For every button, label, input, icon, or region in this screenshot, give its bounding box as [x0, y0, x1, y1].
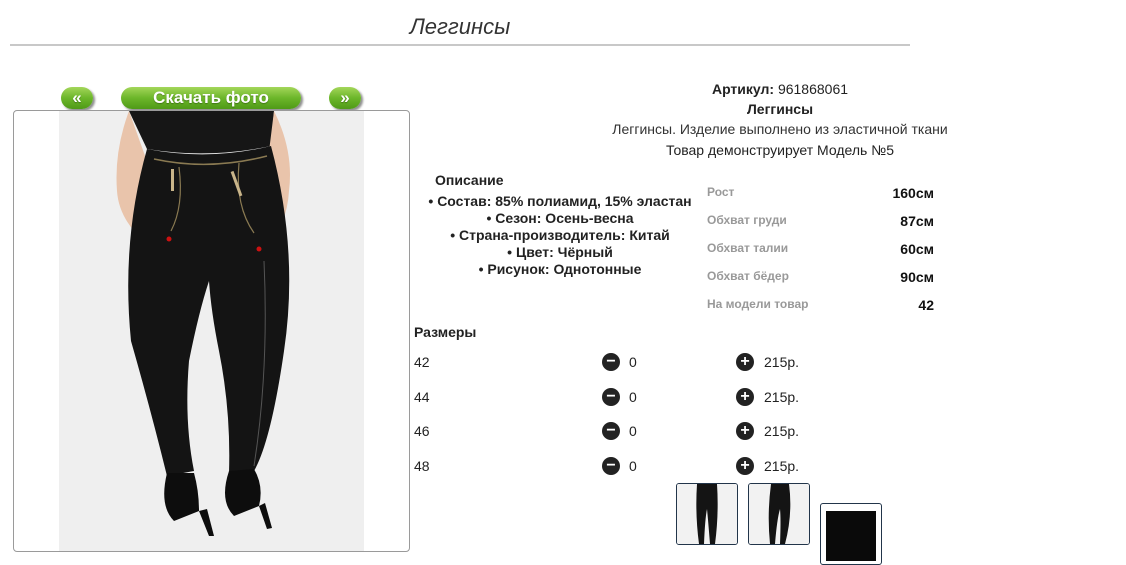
measure-value-waist: 60см: [900, 241, 934, 257]
minus-icon[interactable]: −: [602, 353, 620, 371]
quantity-value: 0: [629, 354, 637, 370]
measure-label-chest: Обхват груди: [707, 213, 787, 227]
size-value: 46: [414, 423, 430, 439]
price-value: 215р.: [764, 354, 800, 370]
title-divider: [10, 44, 910, 46]
thumbnail-1[interactable]: [676, 483, 738, 545]
description-item: Цвет: Чёрный: [410, 244, 710, 261]
model-note: Товар демонструирует Модель №5: [666, 142, 894, 158]
measure-label-height: Рост: [707, 185, 735, 199]
size-row: 46 − 0 + 215р.: [414, 422, 834, 443]
size-value: 48: [414, 458, 430, 474]
plus-icon[interactable]: +: [736, 388, 754, 406]
measure-value-model-size: 42: [918, 297, 934, 313]
measure-label-waist: Обхват талии: [707, 241, 789, 255]
minus-icon[interactable]: −: [602, 388, 620, 406]
product-short-description: Леггинсы. Изделие выполнено из эластично…: [612, 121, 948, 137]
description-item: Сезон: Осень-весна: [410, 210, 710, 227]
measure-value-hips: 90см: [900, 269, 934, 285]
article-line: Артикул: 961868061: [570, 81, 990, 97]
measure-value-height: 160см: [892, 185, 934, 201]
prev-photo-button[interactable]: «: [61, 87, 93, 109]
size-value: 44: [414, 389, 430, 405]
minus-icon[interactable]: −: [602, 422, 620, 440]
next-photo-button[interactable]: »: [329, 87, 361, 109]
quantity-value: 0: [629, 389, 637, 405]
size-row: 44 − 0 + 215р.: [414, 388, 834, 409]
product-photo: [13, 110, 410, 552]
description-item: Страна-производитель: Китай: [410, 227, 710, 244]
article-label: Артикул:: [711, 81, 775, 97]
plus-icon[interactable]: +: [736, 353, 754, 371]
quantity-value: 0: [629, 423, 637, 439]
size-value: 42: [414, 354, 430, 370]
sizes-heading: Размеры: [414, 324, 477, 340]
description-item: Состав: 85% полиамид, 15% эластан: [410, 193, 710, 210]
thumbnail-2[interactable]: [748, 483, 810, 545]
thumbnail-3[interactable]: [820, 503, 882, 565]
page-title: Леггинсы: [409, 14, 511, 39]
measure-label-model-size: На модели товар: [707, 297, 809, 311]
quantity-value: 0: [629, 458, 637, 474]
product-name: Леггинсы: [746, 101, 814, 117]
description-item: Рисунок: Однотонные: [410, 261, 710, 278]
plus-icon[interactable]: +: [736, 422, 754, 440]
plus-icon[interactable]: +: [736, 457, 754, 475]
thumbnail-fabric: [826, 511, 876, 561]
price-value: 215р.: [764, 458, 800, 474]
price-value: 215р.: [764, 423, 800, 439]
price-value: 215р.: [764, 389, 800, 405]
description-list: Состав: 85% полиамид, 15% эластан Сезон:…: [410, 193, 710, 278]
size-row: 42 − 0 + 215р.: [414, 353, 834, 374]
measure-label-hips: Обхват бёдер: [707, 269, 789, 283]
description-heading: Описание: [435, 172, 504, 188]
minus-icon[interactable]: −: [602, 457, 620, 475]
article-value: 961868061: [777, 81, 849, 97]
size-row: 48 − 0 + 215р.: [414, 457, 834, 478]
measure-value-chest: 87см: [900, 213, 934, 229]
download-photo-button[interactable]: Скачать фото: [121, 87, 301, 109]
